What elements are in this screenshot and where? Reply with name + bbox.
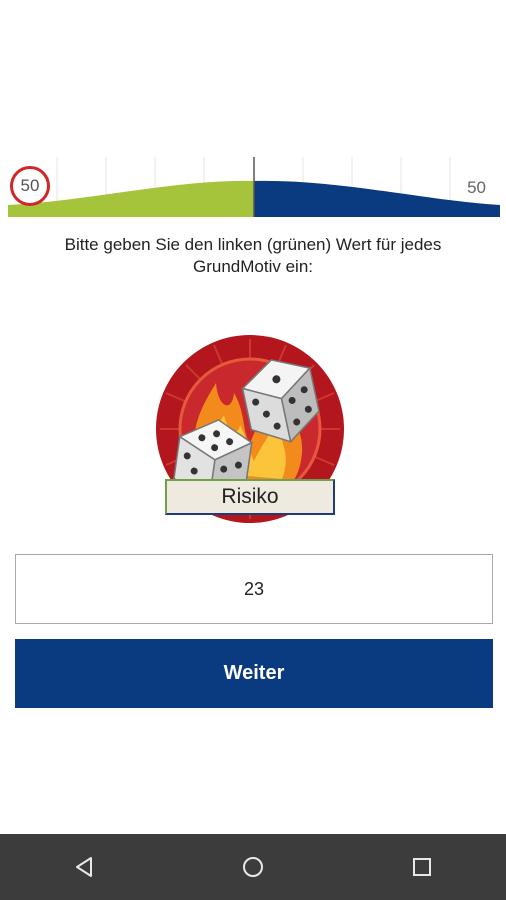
home-icon[interactable]: [223, 837, 283, 897]
scale-graphic: [8, 157, 500, 217]
scale-left-value: 50: [10, 166, 50, 206]
system-navigation-bar: [0, 834, 506, 900]
motive-label: Risiko: [165, 479, 335, 515]
scale-right-value: 50: [467, 178, 486, 197]
value-input[interactable]: [15, 554, 493, 624]
next-button[interactable]: Weiter: [15, 639, 493, 708]
recents-icon[interactable]: [392, 837, 452, 897]
back-icon[interactable]: [54, 837, 114, 897]
instruction-text: Bitte geben Sie den linken (grünen) Wert…: [64, 235, 442, 276]
motive-scale[interactable]: 50 50: [8, 157, 500, 219]
